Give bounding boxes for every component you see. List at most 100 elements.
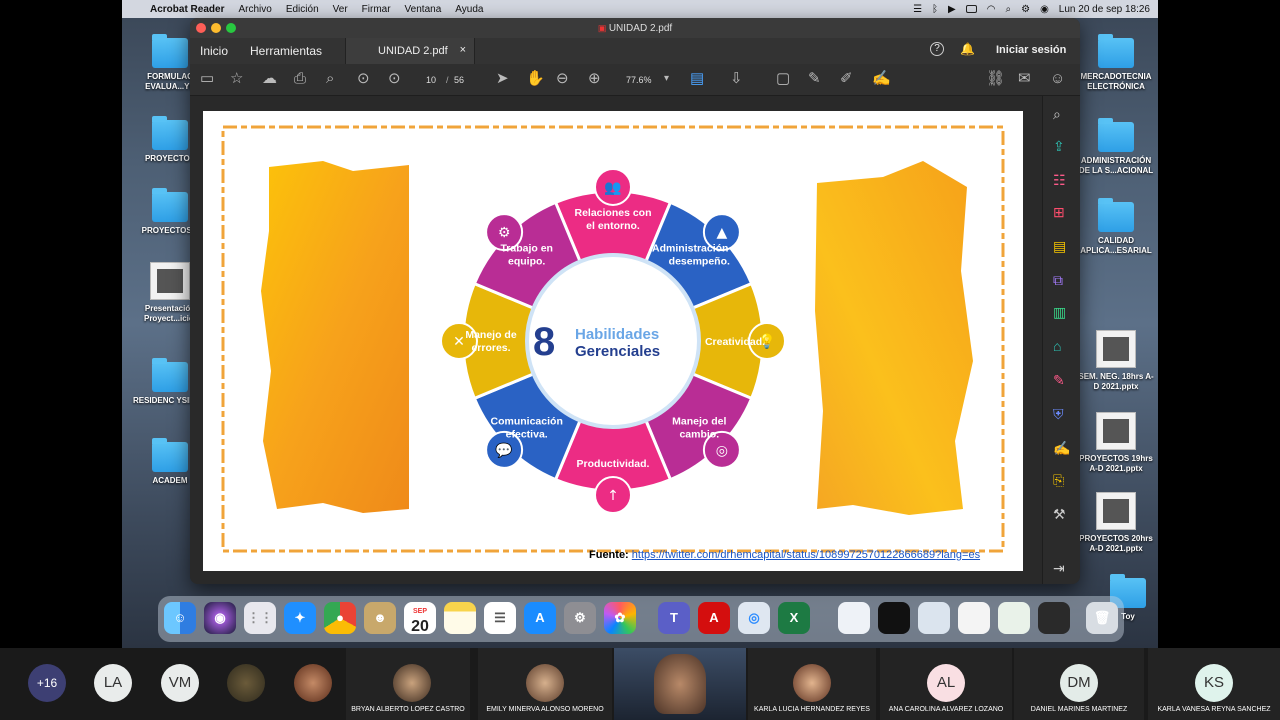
window-preview[interactable] — [958, 602, 990, 634]
share-user-icon[interactable]: ☺ — [1050, 71, 1065, 87]
menubar-clock[interactable]: Lun 20 de sep 18:26 — [1059, 4, 1150, 15]
document-view[interactable]: 👥 Relaciones con el entorno. ▲ Administració… — [190, 96, 1042, 584]
search-icon[interactable]: ⌕ — [1005, 4, 1011, 15]
app-store-icon[interactable]: A — [524, 602, 556, 634]
desktop-item[interactable]: MERCADOTECNIA ELECTRÓNICA — [1078, 34, 1154, 92]
window-preview[interactable] — [838, 602, 870, 634]
participant-tile[interactable]: AL ANA CAROLINA ALVAREZ LOZANO — [880, 648, 1012, 720]
draw-icon[interactable]: ✐ — [840, 71, 853, 87]
acrobat-icon[interactable]: A — [698, 602, 730, 634]
link-icon[interactable]: ⛓ — [986, 71, 1005, 87]
participant-tile[interactable]: BRYAN ALBERTO LOPEZ CASTRO — [346, 648, 470, 720]
zoom-out-icon[interactable]: ⊖ — [556, 71, 569, 87]
desktop-item[interactable]: ADMINISTRACIÓN DE LA S...ACIONAL — [1078, 118, 1154, 176]
participant-tile[interactable]: DM DANIEL MARINES MARTINEZ — [1014, 648, 1144, 720]
request-signature-icon[interactable]: ⎘ — [1053, 472, 1064, 488]
minimize-window-button[interactable] — [211, 23, 221, 33]
notifications-bell-icon[interactable]: 🔔 — [960, 42, 975, 56]
collapse-panel-icon[interactable]: ⇥ — [1053, 560, 1065, 576]
edit-pdf-icon[interactable]: ⌂ — [1053, 338, 1061, 354]
export-pdf-icon[interactable]: ⇪ — [1053, 138, 1065, 154]
menu-app[interactable]: Acrobat Reader — [150, 4, 224, 15]
notes-icon[interactable] — [444, 602, 476, 634]
save-icon[interactable]: ▭ — [200, 71, 214, 87]
siri-icon[interactable]: ◉ — [1040, 4, 1049, 15]
play-icon[interactable]: ▶ — [948, 4, 956, 15]
desktop-item[interactable]: PROYECTOS 19hrs A-D 2021.pptx — [1078, 412, 1154, 474]
search-icon[interactable]: ⌕ — [1053, 106, 1061, 122]
photos-icon[interactable]: ✿ — [604, 602, 636, 634]
bluetooth-icon[interactable]: ᛒ — [932, 4, 938, 15]
window-preview[interactable] — [918, 602, 950, 634]
calendar-icon[interactable]: SEP 20 — [404, 602, 436, 634]
print-icon[interactable]: ⎙ — [294, 71, 306, 87]
more-tools-icon[interactable]: ⚒ — [1053, 506, 1066, 522]
bookmark-star-icon[interactable]: ☆ — [230, 71, 243, 87]
excel-icon[interactable]: X — [778, 602, 810, 634]
active-speaker-video[interactable] — [614, 648, 746, 720]
desktop-item[interactable]: CALIDAD APLICA...ESARIAL — [1078, 198, 1154, 256]
menu-edicion[interactable]: Edición — [286, 4, 319, 15]
system-preferences-icon[interactable]: ⚙ — [564, 602, 596, 634]
participant-tile[interactable]: KARLA LUCIA HERNANDEZ REYES — [748, 648, 876, 720]
organize-pages-icon[interactable]: ☷ — [1053, 172, 1066, 188]
protect-shield-icon[interactable]: ⛨ — [1053, 406, 1064, 422]
zoom-in-icon[interactable]: ⊕ — [588, 71, 601, 87]
contacts-icon[interactable]: ☻ — [364, 602, 396, 634]
zoom-app-icon[interactable]: ◎ — [738, 602, 770, 634]
wifi-icon[interactable]: ◠ — [987, 4, 996, 15]
fill-sign-icon[interactable]: ✍ — [872, 71, 891, 87]
participant-tile[interactable]: EMILY MINERVA ALONSO MORENO — [478, 648, 612, 720]
menu-ventana[interactable]: Ventana — [405, 4, 442, 15]
more-participants-badge[interactable]: +16 — [28, 664, 66, 702]
reminders-icon[interactable]: ☰ — [484, 602, 516, 634]
launchpad-icon[interactable]: ⋮⋮ — [244, 602, 276, 634]
window-preview[interactable] — [998, 602, 1030, 634]
desktop-item[interactable]: PROYECTOS 20hrs A-D 2021.pptx — [1078, 492, 1154, 554]
comment-icon[interactable]: ▢ — [776, 71, 790, 87]
chevron-down-icon[interactable]: ▾ — [664, 71, 669, 87]
menu-ver[interactable]: Ver — [333, 4, 348, 15]
zoom-search-icon[interactable]: ⌕ — [326, 71, 334, 87]
safari-icon[interactable]: ✦ — [284, 602, 316, 634]
trash-icon[interactable]: 🗑 — [1086, 602, 1118, 634]
zoom-level-dropdown[interactable]: 77.6% — [626, 75, 652, 85]
page-number-field[interactable]: 10 — [426, 75, 436, 85]
page-display-icon[interactable]: ▤ — [690, 71, 704, 87]
redact-icon[interactable]: ✎ — [1053, 372, 1065, 388]
upload-cloud-icon[interactable]: ☁ — [262, 71, 277, 87]
scroll-mode-icon[interactable]: ⇩ — [730, 71, 743, 87]
comment-tool-icon[interactable]: ▤ — [1053, 238, 1066, 254]
finder-icon[interactable]: ☺ — [164, 602, 196, 634]
previous-page-icon[interactable]: ⊙ — [357, 71, 370, 87]
status-menu-icon[interactable]: ☰ — [913, 4, 922, 15]
chrome-icon[interactable]: ● — [324, 602, 356, 634]
menu-firmar[interactable]: Firmar — [362, 4, 391, 15]
combine-files-icon[interactable]: ⧉ — [1053, 272, 1063, 288]
zoom-window-button[interactable] — [226, 23, 236, 33]
source-link[interactable]: https://twitter.com/drhemcapital/status/… — [632, 549, 980, 561]
menu-archivo[interactable]: Archivo — [238, 4, 271, 15]
participant-tile[interactable]: KS KARLA VANESA REYNA SANCHEZ — [1148, 648, 1280, 720]
compress-icon[interactable]: ▥ — [1053, 304, 1066, 320]
hand-tool-icon[interactable]: ✋ — [526, 71, 545, 87]
window-preview[interactable] — [878, 602, 910, 634]
tab-document[interactable]: UNIDAD 2.pdf × — [345, 38, 475, 64]
desktop-item[interactable]: SEM. NEG. 18hrs A-D 2021.pptx — [1078, 330, 1154, 392]
teams-icon[interactable]: T — [658, 602, 690, 634]
fill-sign-tool-icon[interactable]: ✍ — [1053, 440, 1070, 456]
tab-close-button[interactable]: × — [460, 44, 466, 56]
control-center-icon[interactable]: ⚙ — [1021, 4, 1030, 15]
help-button[interactable]: ? — [930, 42, 944, 56]
sign-in-button[interactable]: Iniciar sesión — [996, 44, 1066, 56]
battery-icon[interactable] — [965, 5, 977, 13]
tab-inicio[interactable]: Inicio — [200, 44, 228, 58]
select-pointer-icon[interactable]: ➤ — [496, 71, 509, 87]
siri-icon[interactable]: ◉ — [204, 602, 236, 634]
email-icon[interactable]: ✉ — [1018, 71, 1031, 87]
next-page-icon[interactable]: ⊙ — [388, 71, 401, 87]
close-window-button[interactable] — [196, 23, 206, 33]
highlight-pen-icon[interactable]: ✎ — [808, 71, 821, 87]
create-pdf-icon[interactable]: ⊞ — [1053, 204, 1065, 220]
menu-ayuda[interactable]: Ayuda — [455, 4, 483, 15]
